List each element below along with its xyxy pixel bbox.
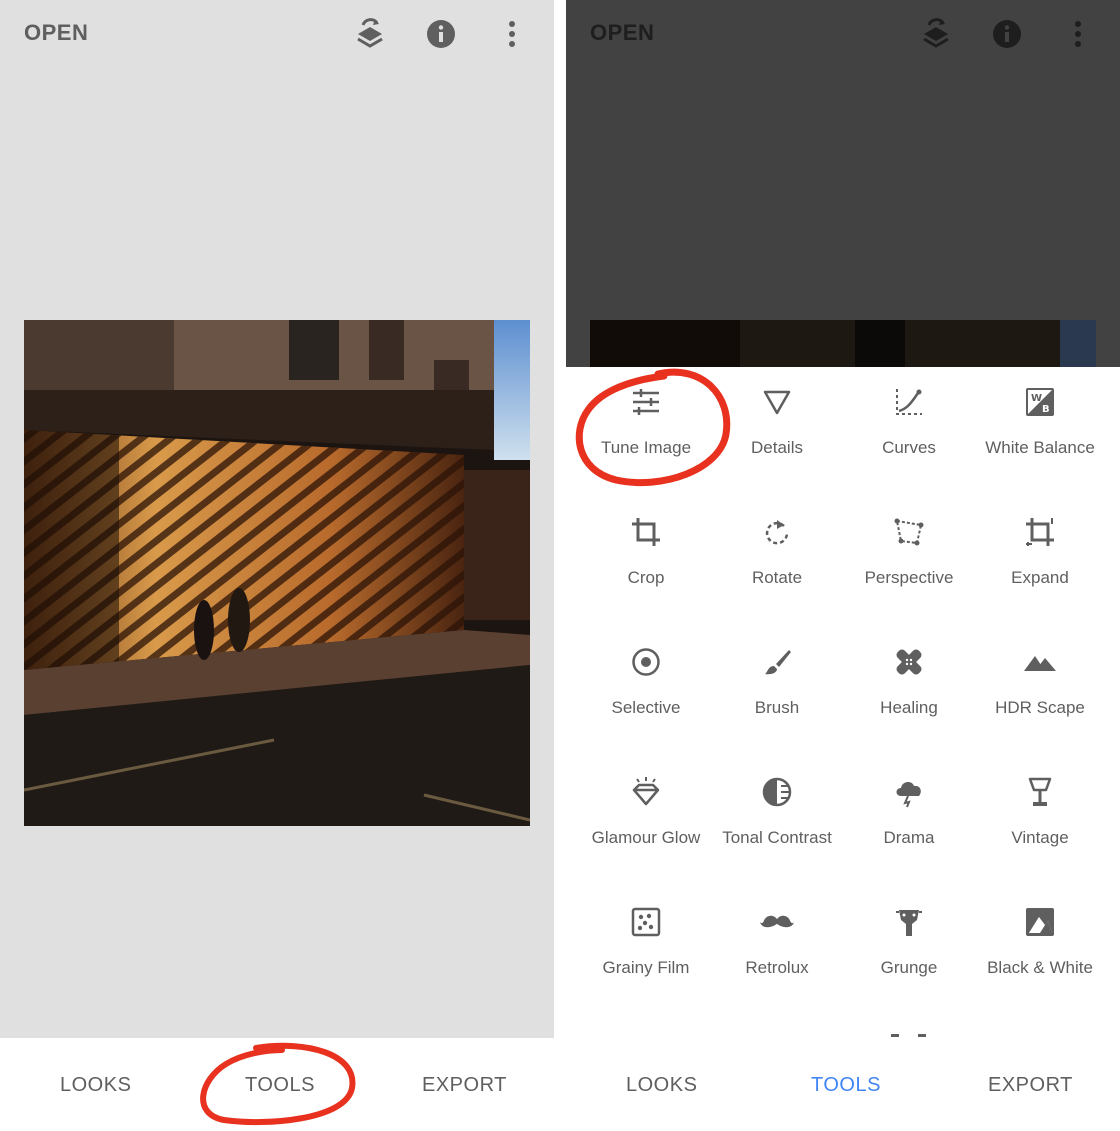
healing-icon: [892, 645, 926, 679]
tab-looks[interactable]: LOOKS: [60, 1074, 131, 1097]
tool-retrolux[interactable]: Retrolux: [711, 887, 843, 1017]
tool-crop[interactable]: Crop: [580, 497, 712, 627]
tool-grunge[interactable]: Grunge: [843, 887, 975, 1017]
tool-label: Rotate: [751, 568, 803, 587]
more-options-icon[interactable]: [492, 14, 532, 54]
diamond-icon: [629, 775, 663, 809]
brush-icon: [760, 645, 794, 679]
tool-tune-image[interactable]: Tune Image: [580, 367, 712, 497]
cloud-lightning-icon: [892, 775, 926, 809]
black-white-icon: [1023, 905, 1057, 939]
tool-label: Drama: [883, 828, 935, 847]
open-button: OPEN: [590, 20, 655, 45]
tool-expand[interactable]: Expand: [974, 497, 1106, 627]
tool-tonal-contrast[interactable]: Tonal Contrast: [711, 757, 843, 887]
right-screen: OPEN Tune Image Details Curves W B White…: [566, 0, 1120, 1131]
tool-perspective[interactable]: Perspective: [843, 497, 975, 627]
tool-healing[interactable]: Healing: [843, 627, 975, 757]
edited-photo: [24, 320, 530, 826]
top-bar: OPEN: [0, 0, 554, 68]
tool-selective[interactable]: Selective: [580, 627, 712, 757]
svg-text:B: B: [1042, 404, 1050, 415]
scroll-hint: [891, 1034, 899, 1037]
tool-label: Vintage: [1011, 828, 1069, 847]
tool-white-balance[interactable]: WB White Balance: [974, 367, 1106, 497]
grunge-guitar-icon: [892, 905, 926, 939]
tool-label: Glamour Glow: [591, 828, 701, 847]
rotate-icon: [760, 515, 794, 549]
layers-undo-icon[interactable]: [350, 14, 390, 54]
tools-sheet: Tune Image Details Curves WB White Balan…: [566, 367, 1120, 1038]
dimmed-photo: [590, 320, 1096, 367]
bottom-nav: LOOKS TOOLS EXPORT: [566, 1038, 1120, 1131]
tool-curves[interactable]: Curves: [843, 367, 975, 497]
film-grain-icon: [629, 905, 663, 939]
tool-label: White Balance: [985, 438, 1095, 457]
tool-label: Selective: [611, 698, 681, 717]
tool-label: Retrolux: [745, 958, 809, 977]
crop-icon: [629, 515, 663, 549]
dimmed-backdrop[interactable]: OPEN: [566, 0, 1120, 367]
tab-export[interactable]: EXPORT: [422, 1074, 507, 1097]
tool-label: Crop: [627, 568, 665, 587]
tool-label: HDR Scape: [995, 698, 1085, 717]
white-balance-icon: WB: [1023, 385, 1057, 419]
tune-icon: [629, 385, 663, 419]
tab-tools[interactable]: TOOLS: [245, 1074, 315, 1097]
tool-drama[interactable]: Drama: [843, 757, 975, 887]
tool-black-white[interactable]: Black & White: [974, 887, 1106, 1017]
tonal-contrast-icon: [760, 775, 794, 809]
tool-rotate[interactable]: Rotate: [711, 497, 843, 627]
open-button[interactable]: OPEN: [24, 20, 88, 46]
tool-brush[interactable]: Brush: [711, 627, 843, 757]
tool-grainy-film[interactable]: Grainy Film: [580, 887, 712, 1017]
more-options-icon: [1058, 14, 1098, 54]
tool-glamour-glow[interactable]: Glamour Glow: [580, 757, 712, 887]
mountains-icon: [1023, 645, 1057, 679]
tool-label: Healing: [880, 698, 938, 717]
tool-label: Curves: [882, 438, 936, 457]
tool-details[interactable]: Details: [711, 367, 843, 497]
selective-icon: [629, 645, 663, 679]
scroll-hint: [918, 1034, 926, 1037]
expand-icon: [1023, 515, 1057, 549]
tab-looks[interactable]: LOOKS: [626, 1074, 697, 1097]
left-screen: OPEN LOOKS TOOLS EXPORT: [0, 0, 554, 1131]
tool-label: Black & White: [987, 958, 1093, 977]
tool-hdr-scape[interactable]: HDR Scape: [974, 627, 1106, 757]
tool-label: Tonal Contrast: [722, 828, 832, 847]
tab-export[interactable]: EXPORT: [988, 1074, 1073, 1097]
tool-label: Perspective: [864, 568, 954, 587]
bottom-nav: LOOKS TOOLS EXPORT: [0, 1038, 554, 1131]
info-icon: [987, 14, 1027, 54]
info-icon[interactable]: [421, 14, 461, 54]
tool-label: Tune Image: [600, 438, 692, 457]
svg-text:W: W: [1031, 393, 1042, 404]
tool-label: Brush: [754, 698, 800, 717]
perspective-icon: [892, 515, 926, 549]
tool-label: Grainy Film: [602, 958, 690, 977]
curves-icon: [892, 385, 926, 419]
tab-tools[interactable]: TOOLS: [811, 1074, 881, 1097]
tool-label: Grunge: [880, 958, 938, 977]
tool-vintage[interactable]: Vintage: [974, 757, 1106, 887]
layers-undo-icon: [916, 14, 956, 54]
mustache-icon: [760, 905, 794, 939]
lamp-icon: [1023, 775, 1057, 809]
details-triangle-icon: [760, 385, 794, 419]
panel-separator: [554, 0, 566, 1131]
tool-label: Details: [751, 438, 803, 457]
tool-label: Expand: [1011, 568, 1069, 587]
